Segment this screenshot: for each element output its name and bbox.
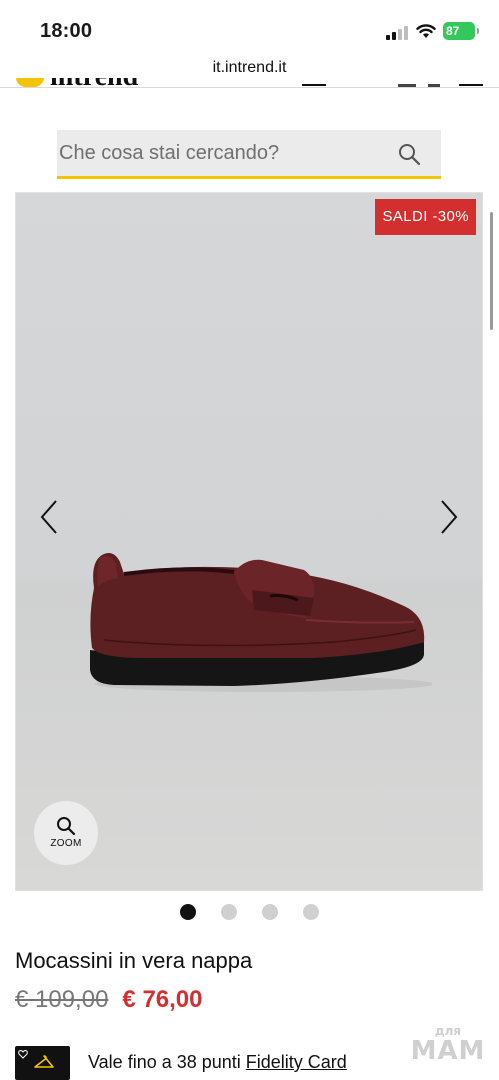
zoom-magnifier-icon — [57, 817, 76, 836]
watermark: для МАМ — [409, 1024, 487, 1064]
product-title: Mocassini in vera nappa — [15, 948, 253, 973]
gallery-dot-3[interactable] — [262, 904, 278, 920]
address-bar-url[interactable]: it.intrend.it — [0, 59, 499, 77]
site-header: intrend — [0, 78, 499, 88]
battery-level: 87 — [446, 24, 460, 38]
fidelity-points-text: Vale fino a 38 punti — [88, 1052, 246, 1072]
brand-name: intrend — [50, 78, 138, 87]
gallery-pagination — [180, 904, 319, 920]
next-image-arrow-icon[interactable] — [434, 495, 464, 539]
gallery-dot-2[interactable] — [221, 904, 237, 920]
sale-badge: SALDI -30% — [375, 199, 476, 235]
previous-image-arrow-icon[interactable] — [34, 495, 64, 539]
page-scrollbar[interactable] — [490, 212, 493, 330]
search-input[interactable] — [57, 130, 387, 176]
brand-logo-mark-icon — [16, 78, 44, 87]
hanger-icon — [34, 1055, 54, 1068]
heart-icon — [18, 1049, 28, 1059]
cart-icon[interactable] — [398, 84, 416, 87]
wifi-icon — [416, 24, 436, 38]
product-image-loafer — [90, 553, 432, 692]
fidelity-card-logo — [15, 1046, 70, 1080]
cellular-signal-icon — [386, 26, 408, 40]
watermark-big: МАМ — [410, 1036, 486, 1066]
original-price: € 109,00 — [15, 986, 109, 1013]
fidelity-text: Vale fino a 38 punti Fidelity Card — [88, 1052, 347, 1073]
zoom-button[interactable]: ZOOM — [34, 801, 98, 865]
gallery-dot-4[interactable] — [303, 904, 319, 920]
product-image-gallery[interactable]: SALDI -30% ZOOM — [15, 192, 483, 891]
fidelity-card-link[interactable]: Fidelity Card — [246, 1052, 347, 1072]
hamburger-icon[interactable] — [459, 84, 483, 86]
sale-price: € 76,00 — [122, 986, 203, 1013]
search-box — [57, 130, 441, 179]
battery-indicator: 87 — [443, 22, 479, 40]
zoom-label: ZOOM — [50, 838, 82, 849]
price-row: € 109,00 € 76,00 — [15, 986, 203, 1014]
account-icon[interactable] — [428, 84, 440, 87]
gallery-dot-1[interactable] — [180, 904, 196, 920]
brand-logo[interactable]: intrend — [16, 78, 138, 87]
search-icon[interactable] — [397, 142, 421, 166]
status-bar: 18:00 87 it.intrend.it — [0, 0, 499, 76]
menu-icon[interactable] — [302, 84, 326, 86]
status-time: 18:00 — [40, 20, 93, 42]
